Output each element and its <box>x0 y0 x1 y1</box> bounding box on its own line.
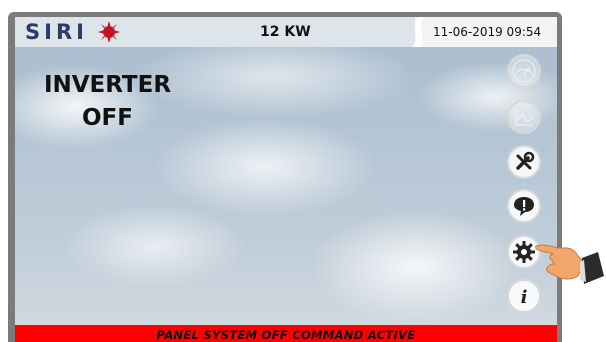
datetime-readout: 11-06-2019 09:54 <box>433 25 542 39</box>
power-readout: 12 KW <box>260 24 311 40</box>
gauge-button[interactable] <box>507 54 541 88</box>
brand-logo: SIRI <box>25 20 88 44</box>
alarm-icon <box>514 197 534 216</box>
inverter-status: INVERTER OFF <box>15 69 200 135</box>
tools-button[interactable] <box>507 145 541 179</box>
alarm-button[interactable] <box>507 189 541 223</box>
svg-text:i: i <box>521 287 528 308</box>
status-line-2: OFF <box>82 105 133 131</box>
top-bar: SIRI 12 KW 11-06-2019 09:54 <box>15 17 557 47</box>
sun-logo-icon <box>98 21 120 43</box>
status-line-1: INVERTER <box>43 72 172 98</box>
chart-icon <box>515 109 534 126</box>
hmi-screen: SIRI 12 KW 11-06-2019 09:54 INVERTER OFF <box>15 17 557 342</box>
alarm-banner: PANEL SYSTEM OFF COMMAND ACTIVE <box>15 325 557 342</box>
header-divider <box>412 17 426 47</box>
tools-icon <box>516 151 535 170</box>
gauge-icon <box>512 59 536 83</box>
alarm-message: PANEL SYSTEM OFF COMMAND ACTIVE <box>156 328 416 342</box>
pointing-hand-icon <box>535 244 604 284</box>
chart-button[interactable] <box>507 100 541 134</box>
